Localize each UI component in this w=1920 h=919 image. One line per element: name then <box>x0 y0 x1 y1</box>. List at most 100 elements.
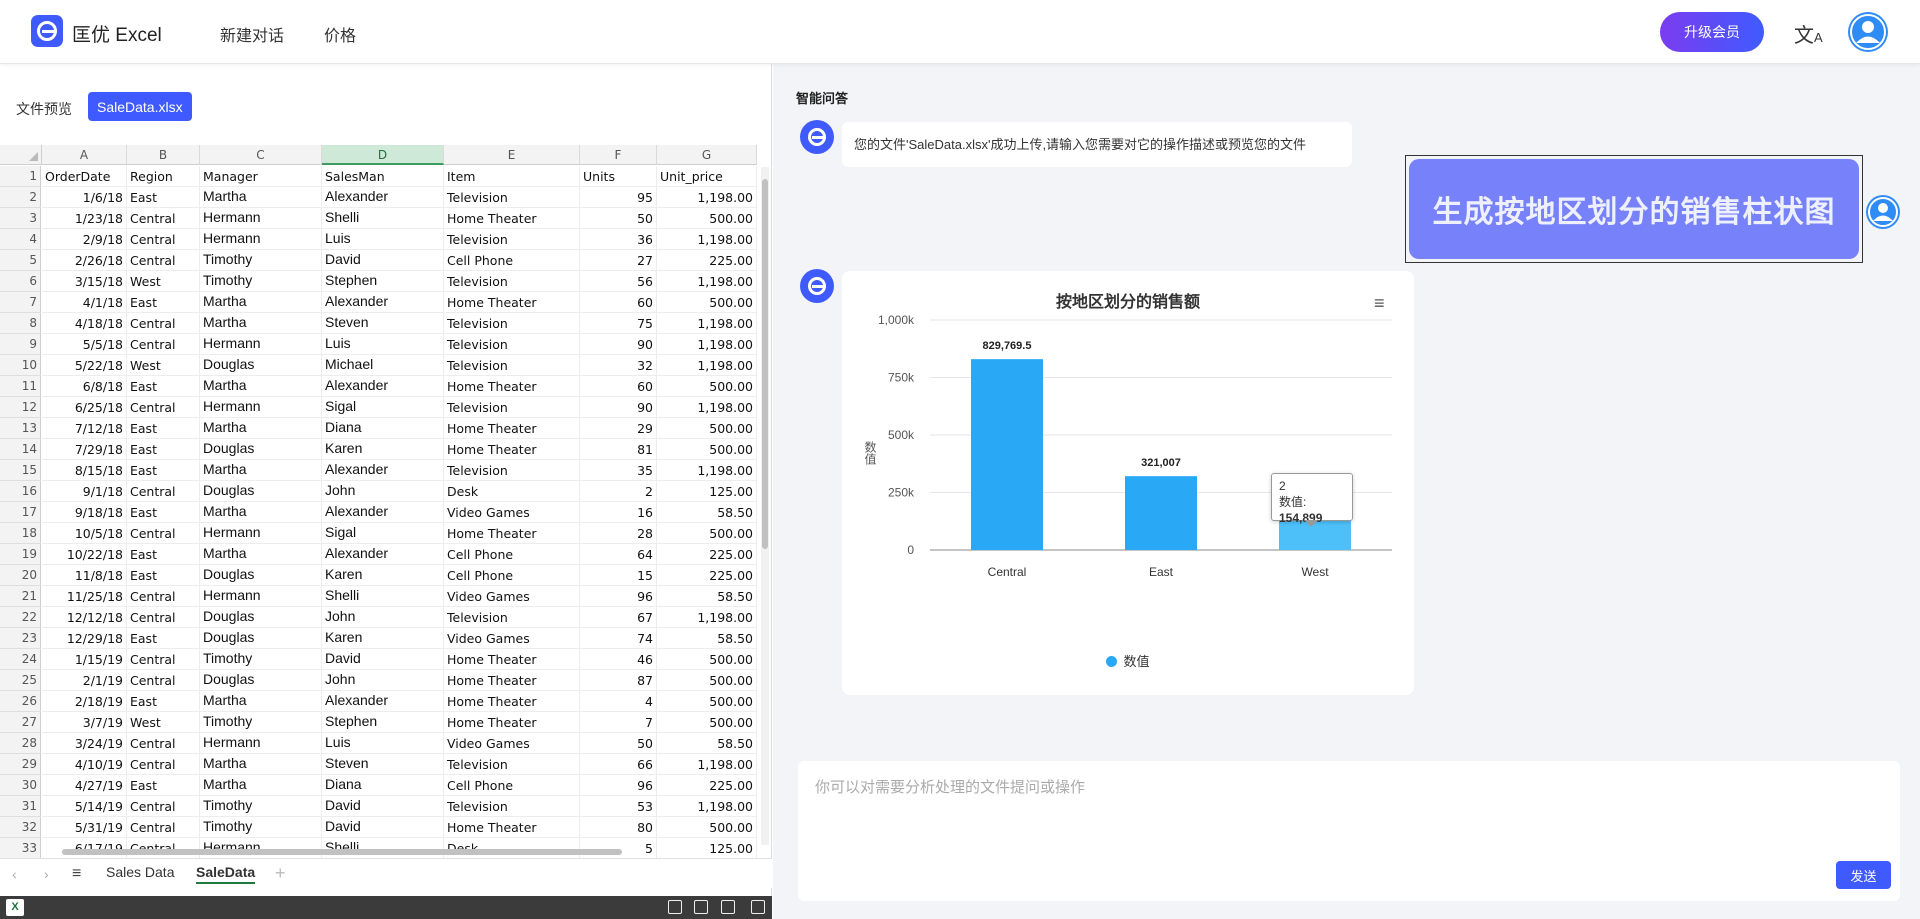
table-cell[interactable]: 9/1/18 <box>42 481 127 502</box>
table-cell[interactable]: East <box>127 292 200 313</box>
column-header-A[interactable]: A <box>42 145 127 165</box>
table-cell[interactable]: East <box>127 187 200 208</box>
table-cell[interactable]: Cell Phone <box>444 775 580 796</box>
table-cell[interactable]: 225.00 <box>657 544 757 565</box>
table-cell[interactable]: 500.00 <box>657 670 757 691</box>
table-cell[interactable]: East <box>127 376 200 397</box>
table-cell[interactable]: Shelli <box>322 208 444 229</box>
table-cell[interactable]: Hermann <box>200 229 322 250</box>
user-avatar-icon[interactable] <box>1848 12 1888 52</box>
table-cell[interactable]: 5/5/18 <box>42 334 127 355</box>
table-cell[interactable]: Martha <box>200 754 322 775</box>
table-cell[interactable]: Television <box>444 460 580 481</box>
table-cell[interactable]: East <box>127 775 200 796</box>
table-cell[interactable]: David <box>322 817 444 838</box>
table-cell[interactable]: 4/1/18 <box>42 292 127 313</box>
table-cell[interactable]: Timothy <box>200 796 322 817</box>
table-cell[interactable]: 58.50 <box>657 586 757 607</box>
row-header[interactable]: 25 <box>0 670 41 691</box>
row-header[interactable]: 2 <box>0 187 41 208</box>
table-cell[interactable]: Steven <box>322 754 444 775</box>
header-cell[interactable]: Units <box>580 166 657 187</box>
vertical-scrollbar[interactable] <box>761 167 769 845</box>
table-cell[interactable]: John <box>322 670 444 691</box>
table-cell[interactable]: 4 <box>580 691 657 712</box>
table-cell[interactable]: Cell Phone <box>444 565 580 586</box>
table-cell[interactable]: 67 <box>580 607 657 628</box>
table-cell[interactable]: 28 <box>580 523 657 544</box>
table-cell[interactable]: 8/15/18 <box>42 460 127 481</box>
table-cell[interactable]: Martha <box>200 376 322 397</box>
table-cell[interactable]: 46 <box>580 649 657 670</box>
table-cell[interactable]: Television <box>444 796 580 817</box>
table-cell[interactable]: 75 <box>580 313 657 334</box>
table-cell[interactable]: 125.00 <box>657 481 757 502</box>
header-cell[interactable]: Item <box>444 166 580 187</box>
table-cell[interactable]: Douglas <box>200 355 322 376</box>
table-cell[interactable]: 7 <box>580 712 657 733</box>
table-cell[interactable]: Sigal <box>322 397 444 418</box>
row-header[interactable]: 3 <box>0 208 41 229</box>
table-cell[interactable]: Luis <box>322 733 444 754</box>
row-header[interactable]: 11 <box>0 376 41 397</box>
table-cell[interactable]: Central <box>127 733 200 754</box>
table-cell[interactable]: West <box>127 355 200 376</box>
table-cell[interactable]: 500.00 <box>657 523 757 544</box>
table-cell[interactable]: Alexander <box>322 376 444 397</box>
table-cell[interactable]: Martha <box>200 544 322 565</box>
table-cell[interactable]: 3/15/18 <box>42 271 127 292</box>
table-cell[interactable]: 1,198.00 <box>657 754 757 775</box>
table-cell[interactable]: Hermann <box>200 733 322 754</box>
column-header-G[interactable]: G <box>657 145 757 165</box>
row-header[interactable]: 20 <box>0 565 41 586</box>
table-cell[interactable]: 66 <box>580 754 657 775</box>
row-header[interactable]: 13 <box>0 418 41 439</box>
table-cell[interactable]: 500.00 <box>657 691 757 712</box>
table-cell[interactable]: 87 <box>580 670 657 691</box>
table-cell[interactable]: Alexander <box>322 691 444 712</box>
table-cell[interactable]: 1,198.00 <box>657 397 757 418</box>
table-cell[interactable]: 4/27/19 <box>42 775 127 796</box>
row-header[interactable]: 33 <box>0 838 41 859</box>
row-header[interactable]: 4 <box>0 229 41 250</box>
table-cell[interactable]: Timothy <box>200 712 322 733</box>
table-cell[interactable]: Timothy <box>200 271 322 292</box>
table-cell[interactable]: Douglas <box>200 565 322 586</box>
table-cell[interactable]: Home Theater <box>444 670 580 691</box>
table-cell[interactable]: 1/23/18 <box>42 208 127 229</box>
table-cell[interactable]: Martha <box>200 775 322 796</box>
nav-pricing[interactable]: 价格 <box>324 22 356 46</box>
table-cell[interactable]: West <box>127 271 200 292</box>
chart-legend[interactable]: 数值 <box>842 651 1414 670</box>
table-cell[interactable]: Stephen <box>322 712 444 733</box>
table-cell[interactable]: East <box>127 418 200 439</box>
row-header[interactable]: 1 <box>0 166 41 187</box>
header-cell[interactable]: Manager <box>200 166 322 187</box>
table-cell[interactable]: 90 <box>580 397 657 418</box>
table-cell[interactable]: Martha <box>200 418 322 439</box>
table-cell[interactable]: 74 <box>580 628 657 649</box>
file-chip[interactable]: SaleData.xlsx <box>88 92 192 121</box>
table-cell[interactable]: Martha <box>200 691 322 712</box>
clipboard-icon[interactable] <box>668 900 682 914</box>
table-cell[interactable]: Television <box>444 187 580 208</box>
spreadsheet-grid[interactable]: A B C D E F G 1 OrderDate Region Manager SalesMan It… <box>0 133 772 859</box>
table-cell[interactable]: East <box>127 691 200 712</box>
table-cell[interactable]: Karen <box>322 628 444 649</box>
sheet-tab-saledata[interactable]: SaleData <box>196 864 256 884</box>
table-cell[interactable]: Sigal <box>322 523 444 544</box>
chat-input[interactable] <box>798 761 1900 901</box>
header-cell[interactable]: Unit_price <box>657 166 757 187</box>
row-header[interactable]: 8 <box>0 313 41 334</box>
table-cell[interactable]: Douglas <box>200 670 322 691</box>
table-cell[interactable]: 3/7/19 <box>42 712 127 733</box>
table-cell[interactable]: 1,198.00 <box>657 271 757 292</box>
table-cell[interactable]: Hermann <box>200 397 322 418</box>
table-cell[interactable]: Home Theater <box>444 292 580 313</box>
table-cell[interactable]: East <box>127 544 200 565</box>
table-cell[interactable]: Hermann <box>200 208 322 229</box>
row-header[interactable]: 15 <box>0 460 41 481</box>
table-cell[interactable]: Central <box>127 607 200 628</box>
header-cell[interactable]: Region <box>127 166 200 187</box>
header-cell[interactable]: OrderDate <box>42 166 127 187</box>
